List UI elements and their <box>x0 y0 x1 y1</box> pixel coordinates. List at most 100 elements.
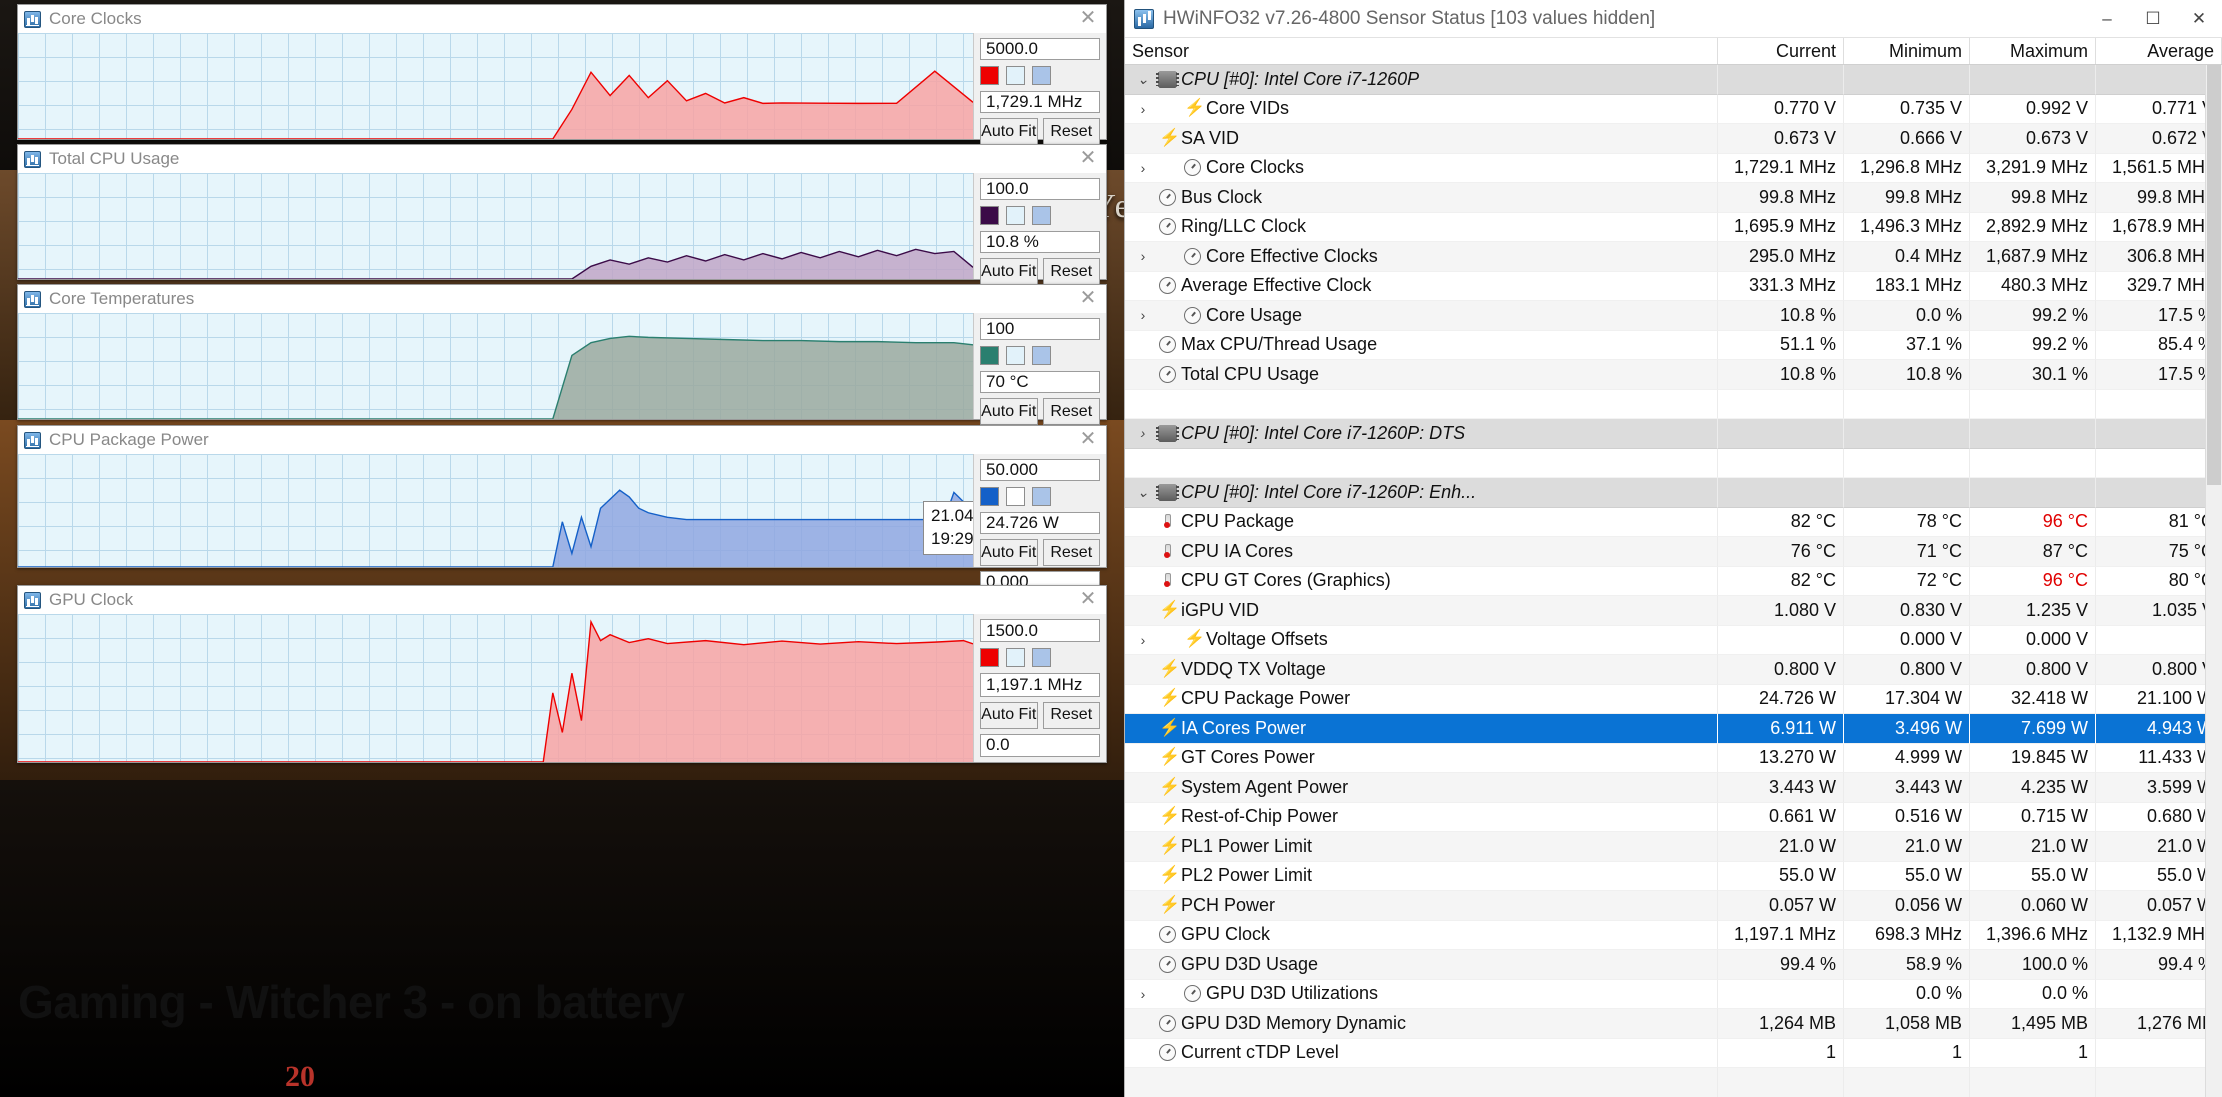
reset-button-3[interactable]: Reset <box>1042 539 1100 566</box>
sensor-group-row[interactable]: ⌄ CPU [#0]: Intel Core i7-1260P: Enh... <box>1125 478 2222 508</box>
sensor-row[interactable]: Rest-of-Chip Power 0.661 W0.516 W0.715 W0… <box>1125 802 2222 832</box>
sensor-row[interactable]: CPU IA Cores 76 °C 71 °C 87 °C 75 °C <box>1125 537 2222 567</box>
column-header-minimum[interactable]: Minimum <box>1844 38 1970 64</box>
auto-fit-button-4[interactable]: Auto Fit <box>980 701 1038 729</box>
twisty-toggle-icon[interactable]: › <box>1132 101 1154 117</box>
sensor-row[interactable]: Average Effective Clock 331.3 MHz 183.1 MH… <box>1125 271 2222 301</box>
background-color-swatch[interactable] <box>1006 206 1025 225</box>
series-color-swatch[interactable] <box>980 206 999 225</box>
sensor-row[interactable]: CPU Package Power 24.726 W17.304 W32.418 … <box>1125 684 2222 714</box>
graph-plot-3[interactable]: 21.041 W 19:29:36 <box>18 454 974 567</box>
sensor-label: CPU GT Cores (Graphics) <box>1181 570 1391 591</box>
twisty-toggle-icon[interactable]: › <box>1132 425 1154 441</box>
background-color-swatch[interactable] <box>1006 648 1025 668</box>
sensor-table-scrollbar[interactable] <box>2205 65 2222 1097</box>
bolt-icon <box>1159 836 1180 855</box>
sensor-row[interactable]: CPU GT Cores (Graphics) 82 °C 72 °C 96 °C 80… <box>1125 566 2222 596</box>
graph-max-value-1[interactable]: 100.0 <box>980 178 1100 200</box>
grid-color-swatch[interactable] <box>1032 648 1051 668</box>
sensor-row[interactable]: SA VID0.673 V0.666 V0.673 V0.672 V <box>1125 124 2222 154</box>
sensor-group-row[interactable]: ⌄ CPU [#0]: Intel Core i7-1260P <box>1125 65 2222 95</box>
sensor-row[interactable]: GPU D3D Usage 99.4 % 58.9 % 100.0 % 99.4 % <box>1125 950 2222 980</box>
series-color-swatch[interactable] <box>980 487 999 506</box>
graph-max-value-0[interactable]: 5000.0 <box>980 38 1100 60</box>
twisty-toggle-icon[interactable]: › <box>1132 160 1154 176</box>
graph-close-icon-2[interactable]: ✕ <box>1078 288 1098 308</box>
series-color-swatch[interactable] <box>980 66 999 85</box>
sensor-row[interactable]: GPU D3D Memory Dynamic 1,264 MB 1,058 MB 1,… <box>1125 1009 2222 1039</box>
sensor-row[interactable]: PCH Power0.057 W0.056 W0.060 W0.057 W <box>1125 891 2222 921</box>
sensor-row[interactable]: VDDQ TX Voltage0.800 V0.800 V0.800 V0.80… <box>1125 655 2222 685</box>
column-header-sensor[interactable]: Sensor <box>1125 38 1718 64</box>
sensor-value-cell-0: 82 °C <box>1718 566 1844 596</box>
graph-plot-2[interactable] <box>18 313 974 419</box>
auto-fit-button-1[interactable]: Auto Fit <box>980 258 1038 285</box>
grid-color-swatch[interactable] <box>1032 487 1051 506</box>
twisty-toggle-icon[interactable]: › <box>1132 248 1154 264</box>
sensor-row[interactable]: › Core Usage 10.8 % 0.0 % 99.2 % 17.5 % <box>1125 301 2222 331</box>
sensor-row[interactable]: › Voltage Offsets 0.000 V0.000 V <box>1125 625 2222 655</box>
reset-button-2[interactable]: Reset <box>1042 398 1100 425</box>
sensor-row[interactable]: Max CPU/Thread Usage 51.1 % 37.1 % 99.2 % 85… <box>1125 330 2222 360</box>
sensor-row[interactable]: › Core Effective Clocks 295.0 MHz 0.4 MHz 1,… <box>1125 242 2222 272</box>
column-header-average[interactable]: Average <box>2096 38 2222 64</box>
graph-min-value-4[interactable]: 0.0 <box>980 733 1100 757</box>
background-color-swatch[interactable] <box>1006 487 1025 506</box>
reset-button-1[interactable]: Reset <box>1042 258 1100 285</box>
auto-fit-button-0[interactable]: Auto Fit <box>980 118 1038 145</box>
sensor-row[interactable]: Total CPU Usage 10.8 % 10.8 % 30.1 % 17.5 % <box>1125 360 2222 390</box>
sensor-row[interactable]: iGPU VID 1.080 V0.830 V1.235 V1.035 V <box>1125 596 2222 626</box>
background-color-swatch[interactable] <box>1006 66 1025 85</box>
sensor-row[interactable]: IA Cores Power 6.911 W3.496 W7.699 W4.943… <box>1125 714 2222 744</box>
graph-max-value-2[interactable]: 100 <box>980 318 1100 340</box>
twisty-toggle-icon[interactable]: › <box>1132 632 1154 648</box>
grid-color-swatch[interactable] <box>1032 66 1051 85</box>
twisty-toggle-icon[interactable]: › <box>1132 307 1154 323</box>
sensor-row[interactable]: CPU Package 82 °C 78 °C 96 °C 81 °C <box>1125 507 2222 537</box>
minimize-button[interactable]: – <box>2084 0 2130 37</box>
reset-button-4[interactable]: Reset <box>1042 701 1100 729</box>
twisty-toggle-icon[interactable]: ⌄ <box>1132 71 1154 88</box>
clock-icon <box>1159 1044 1176 1062</box>
sensor-row[interactable]: GPU Clock 1,197.1 MHz 698.3 MHz 1,396.6 MHz… <box>1125 920 2222 950</box>
grid-color-swatch[interactable] <box>1032 346 1051 365</box>
graph-plot-4[interactable] <box>18 614 974 762</box>
graph-plot-0[interactable] <box>18 33 974 139</box>
bolt-icon <box>1159 806 1180 825</box>
sensor-row[interactable]: GT Cores Power 13.270 W4.999 W19.845 W11.… <box>1125 743 2222 773</box>
graph-close-icon-0[interactable]: ✕ <box>1078 8 1098 28</box>
column-header-current[interactable]: Current <box>1718 38 1844 64</box>
graph-controls-0: 5000.01,729.1 MHzAuto FitReset0.0 <box>974 33 1106 172</box>
graph-max-value-3[interactable]: 50.000 <box>980 459 1100 481</box>
sensor-row[interactable]: Current cTDP Level1111 <box>1125 1038 2222 1068</box>
reset-button-0[interactable]: Reset <box>1042 118 1100 145</box>
sensor-row[interactable]: › Core Clocks 1,729.1 MHz 1,296.8 MHz 3,291.… <box>1125 153 2222 183</box>
close-button[interactable]: ✕ <box>2176 0 2222 37</box>
graph-close-icon-3[interactable]: ✕ <box>1078 429 1098 449</box>
column-header-maximum[interactable]: Maximum <box>1970 38 2096 64</box>
auto-fit-button-2[interactable]: Auto Fit <box>980 398 1038 425</box>
sensor-row[interactable]: PL2 Power Limit55.0 W55.0 W55.0 W55.0 W <box>1125 861 2222 891</box>
sensor-row[interactable]: System Agent Power3.443 W3.443 W4.235 W3… <box>1125 773 2222 803</box>
scrollbar-thumb[interactable] <box>2207 65 2221 485</box>
sensor-row[interactable]: › GPU D3D Utilizations 0.0 % 0.0 % <box>1125 979 2222 1009</box>
sensor-value-cell-1: 55.0 W <box>1844 861 1970 891</box>
background-color-swatch[interactable] <box>1006 346 1025 365</box>
sensor-row[interactable]: Ring/LLC Clock 1,695.9 MHz 1,496.3 MHz 2,89… <box>1125 212 2222 242</box>
series-color-swatch[interactable] <box>980 346 999 365</box>
series-color-swatch[interactable] <box>980 648 999 668</box>
sensor-group-row[interactable]: › CPU [#0]: Intel Core i7-1260P: DTS <box>1125 419 2222 449</box>
sensor-value-cell-3: 75 °C <box>2096 537 2222 567</box>
sensor-row[interactable]: › Core VIDs 0.770 V0.735 V0.992 V0.771 V <box>1125 94 2222 124</box>
sensor-row[interactable]: PL1 Power Limit21.0 W21.0 W21.0 W21.0 W <box>1125 832 2222 862</box>
graph-close-icon-4[interactable]: ✕ <box>1078 589 1098 609</box>
auto-fit-button-3[interactable]: Auto Fit <box>980 539 1038 566</box>
graph-max-value-4[interactable]: 1500.0 <box>980 619 1100 643</box>
twisty-toggle-icon[interactable]: ⌄ <box>1132 484 1154 501</box>
sensor-row[interactable]: Bus Clock 99.8 MHz 99.8 MHz 99.8 MHz 99.8 MH… <box>1125 183 2222 213</box>
graph-plot-1[interactable] <box>18 173 974 279</box>
maximize-button[interactable]: ☐ <box>2130 0 2176 37</box>
grid-color-swatch[interactable] <box>1032 206 1051 225</box>
graph-close-icon-1[interactable]: ✕ <box>1078 148 1098 168</box>
twisty-toggle-icon[interactable]: › <box>1132 986 1154 1002</box>
